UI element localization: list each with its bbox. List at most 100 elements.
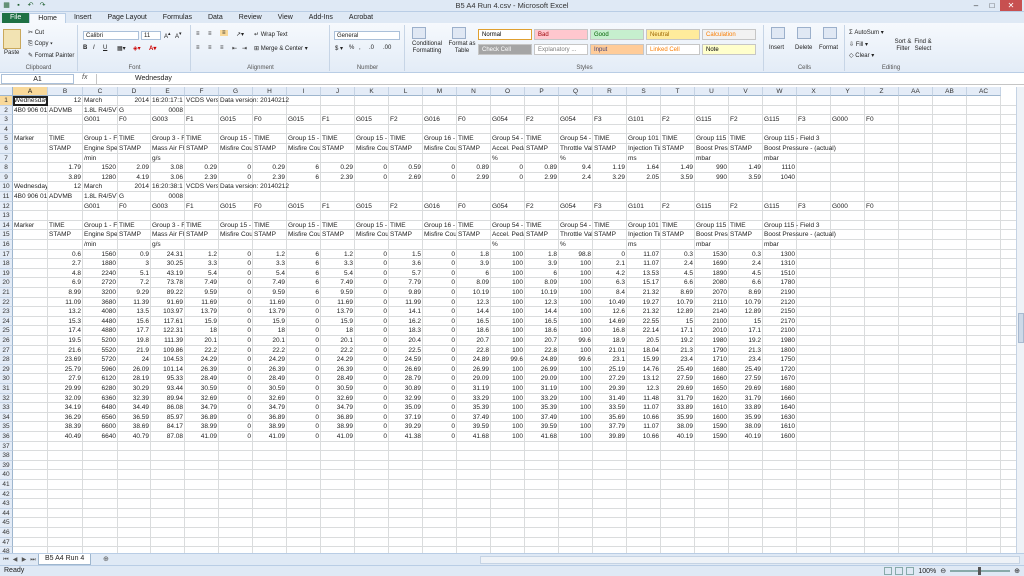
cell[interactable]: 16.5 — [525, 317, 557, 327]
cell[interactable]: 33.89 — [729, 403, 761, 413]
cell[interactable]: Group 101 - Field — [628, 221, 660, 231]
cell[interactable]: 1590 — [695, 422, 727, 432]
row-header[interactable]: 37 — [0, 441, 13, 452]
cell[interactable]: 23.4 — [729, 355, 761, 365]
cell-style-good[interactable]: Good — [590, 29, 644, 40]
cell[interactable]: 1670 — [763, 374, 795, 384]
row-header[interactable]: 14 — [0, 220, 13, 231]
cell[interactable]: F3 — [798, 115, 830, 125]
cell[interactable]: 10.66 — [627, 432, 659, 442]
cell[interactable]: 100 — [559, 269, 591, 279]
cell[interactable]: STAMP — [119, 230, 150, 240]
cell[interactable]: 17.4 — [48, 326, 81, 336]
cell[interactable]: 33.59 — [593, 403, 625, 413]
cell[interactable]: 0.89 — [525, 163, 557, 173]
cell[interactable]: 73.78 — [151, 278, 183, 288]
cell[interactable]: Throttle Valve — [560, 144, 592, 154]
cell[interactable]: 111.39 — [151, 336, 183, 346]
cell[interactable]: 0 — [287, 403, 319, 413]
cell[interactable]: 5200 — [83, 336, 116, 346]
cell[interactable]: 18.6 — [457, 326, 489, 336]
row-header[interactable]: 38 — [0, 451, 13, 461]
cell[interactable]: 0.9 — [118, 250, 149, 260]
orientation-icon[interactable]: ↗▾ — [236, 31, 244, 38]
cut-button[interactable]: ✂ Cut — [28, 29, 44, 36]
cell[interactable]: 3.08 — [151, 163, 183, 173]
cell[interactable]: STAMP — [594, 230, 626, 240]
cell[interactable]: Misfire Counter — [356, 144, 388, 154]
cell[interactable]: 22.8 — [525, 346, 557, 356]
cell[interactable]: 9.4 — [559, 163, 591, 173]
cell[interactable]: 25.49 — [661, 365, 693, 375]
cell[interactable]: 11.48 — [627, 394, 659, 404]
sort-filter-button[interactable]: Sort & Filter — [892, 39, 914, 53]
cell[interactable]: Marker — [14, 221, 47, 231]
cell[interactable]: 1.5 — [389, 250, 421, 260]
cell[interactable]: 100 — [491, 259, 523, 269]
cell[interactable]: TIME — [594, 134, 626, 144]
cell[interactable]: 0 — [355, 173, 387, 183]
column-header[interactable]: O — [491, 87, 525, 96]
tab-file[interactable]: File — [2, 13, 30, 23]
cell[interactable]: 19.2 — [729, 336, 761, 346]
cell[interactable]: 19.27 — [627, 298, 659, 308]
cell[interactable]: 2240 — [83, 269, 116, 279]
cell[interactable]: 0 — [219, 250, 251, 260]
column-header[interactable]: J — [321, 87, 355, 96]
cell[interactable]: 1560 — [83, 250, 116, 260]
cell[interactable]: F2 — [390, 202, 422, 212]
cell[interactable]: 8.09 — [525, 278, 557, 288]
cell[interactable]: 3.3 — [253, 259, 285, 269]
cell[interactable]: Mass Air Flow — [152, 144, 184, 154]
cell[interactable]: 29.09 — [457, 374, 489, 384]
cell[interactable]: 0 — [219, 163, 251, 173]
cell[interactable]: 0 — [355, 374, 387, 384]
cell[interactable]: 28.19 — [118, 374, 149, 384]
row-header[interactable]: 43 — [0, 499, 13, 509]
cell[interactable]: Marker — [14, 134, 47, 144]
cell[interactable]: 6.6 — [729, 278, 761, 288]
cell[interactable]: 34.79 — [321, 403, 353, 413]
cell[interactable]: Group 54 - Field — [492, 221, 524, 231]
autosum-button[interactable]: Σ AutoSum ▾ — [849, 29, 884, 36]
cell[interactable]: 990 — [695, 173, 727, 183]
cell[interactable]: 15.99 — [627, 355, 659, 365]
cell[interactable]: 27.59 — [729, 374, 761, 384]
cell[interactable]: 22.14 — [627, 326, 659, 336]
format-icon[interactable] — [823, 27, 837, 39]
row-header[interactable]: 39 — [0, 460, 13, 471]
cell[interactable]: 1.79 — [48, 163, 81, 173]
cell[interactable]: ADVMB — [49, 192, 82, 202]
cell[interactable]: TIME — [322, 134, 354, 144]
cell[interactable]: 2.7 — [48, 259, 81, 269]
cell[interactable]: 27.29 — [593, 374, 625, 384]
cell[interactable]: G101 — [628, 115, 660, 125]
cell[interactable]: 0 — [287, 432, 319, 442]
cell[interactable]: mbar — [764, 154, 779, 164]
cell[interactable]: 0 — [355, 384, 387, 394]
cell[interactable]: 40.19 — [661, 432, 693, 442]
column-header[interactable]: AC — [967, 87, 1001, 96]
cell[interactable]: 100 — [559, 384, 591, 394]
cell[interactable]: 32.99 — [389, 394, 421, 404]
cell[interactable]: March — [84, 182, 117, 192]
cell[interactable]: F0 — [254, 202, 286, 212]
cell[interactable]: 0 — [355, 269, 387, 279]
cell[interactable]: mbar — [764, 240, 779, 250]
cell[interactable]: 100 — [491, 288, 523, 298]
cell[interactable]: STAMP — [594, 144, 626, 154]
cell[interactable]: 0 — [219, 374, 251, 384]
cell[interactable]: G001 — [84, 115, 117, 125]
cell-style-calculation[interactable]: Calculation — [702, 29, 756, 40]
cell[interactable]: 39.59 — [457, 422, 489, 432]
cell[interactable]: 0 — [219, 394, 251, 404]
cell[interactable]: 0 — [423, 422, 455, 432]
cell[interactable]: TIME — [186, 134, 218, 144]
column-header[interactable]: Y — [831, 87, 865, 96]
cell[interactable]: ADVMB — [49, 106, 82, 116]
zoom-in-icon[interactable]: ⊕ — [1014, 567, 1020, 575]
column-header[interactable]: T — [661, 87, 695, 96]
row-header[interactable]: 29 — [0, 364, 13, 375]
cell[interactable]: 3.9 — [457, 259, 489, 269]
paste-button[interactable]: Paste — [4, 50, 19, 56]
